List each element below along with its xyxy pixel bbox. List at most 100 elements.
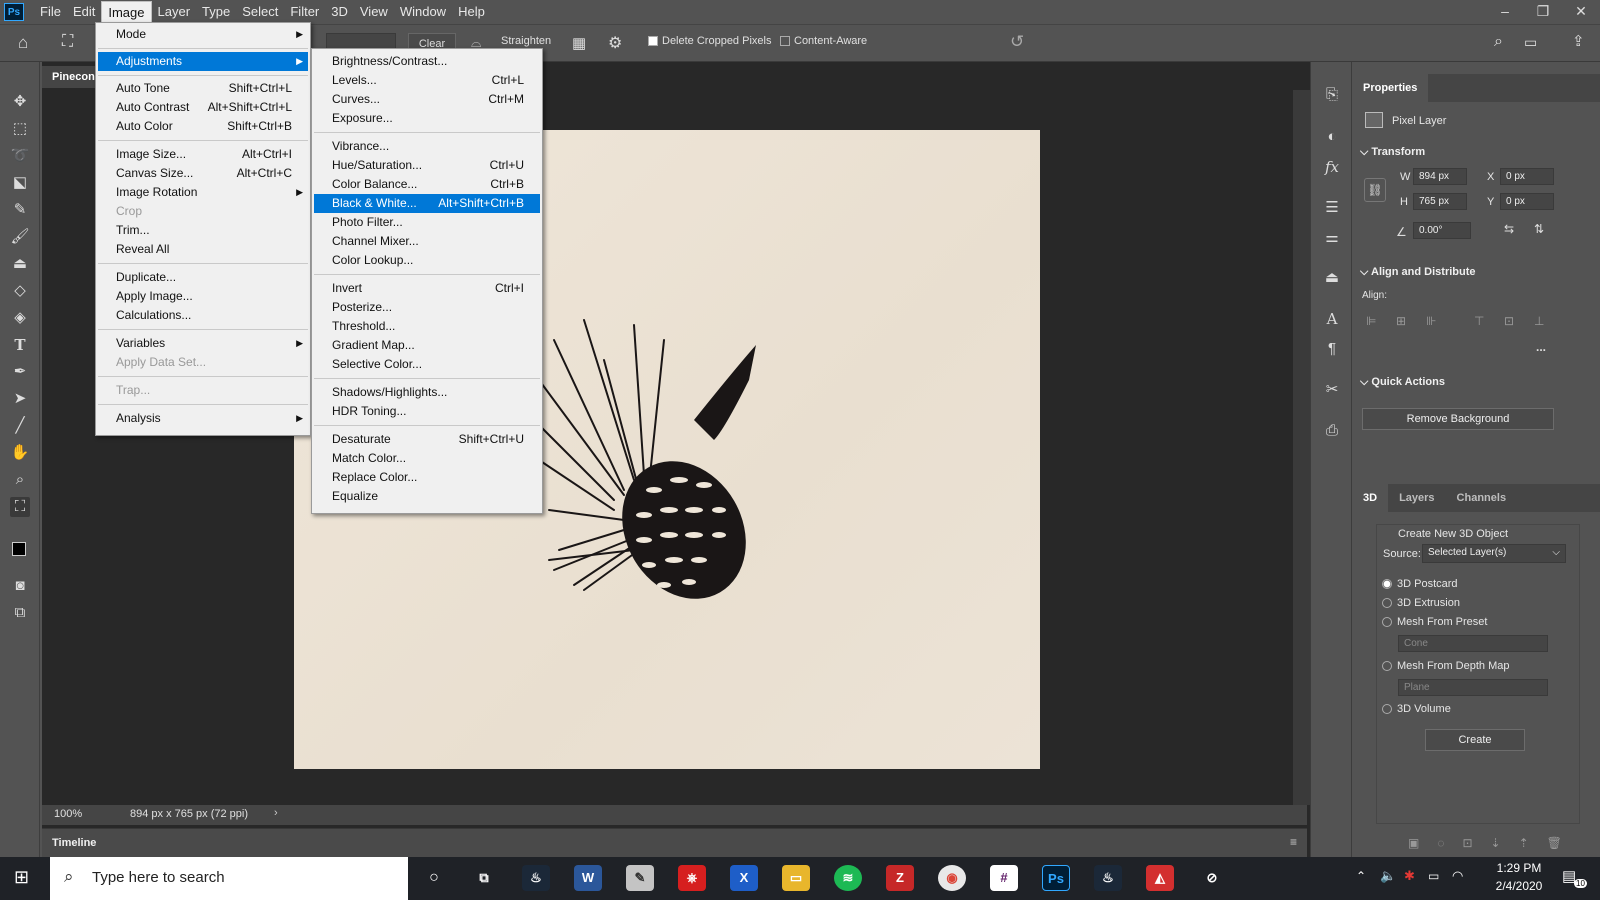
cortana-icon[interactable]: ○	[420, 865, 448, 891]
align-right-icon[interactable]: ⊪	[1426, 314, 1436, 328]
menu-item-auto-tone[interactable]: Auto Tone Shift+Ctrl+L	[98, 79, 308, 98]
radio-3d-extrusion[interactable]: 3D Extrusion	[1382, 597, 1460, 609]
tab-properties[interactable]: Properties	[1352, 74, 1429, 102]
lasso-tool-icon[interactable]: ➰	[10, 146, 30, 166]
slack-icon[interactable]: #	[990, 865, 1018, 891]
more-options[interactable]: ...	[1536, 340, 1546, 354]
reset-icon[interactable]: ↺	[1010, 32, 1024, 52]
tools-scissors-icon[interactable]: ✂	[1322, 380, 1342, 400]
menu-image[interactable]: Image	[101, 1, 152, 23]
adj-vibrance[interactable]: Vibrance...	[314, 137, 540, 156]
adj-color-balance[interactable]: Color Balance... Ctrl+B	[314, 175, 540, 194]
battery-icon[interactable]: ▭	[1428, 869, 1439, 883]
zotero-icon[interactable]: Z	[886, 865, 914, 891]
clock-date[interactable]: 2/4/2020	[1484, 879, 1554, 893]
quick-mask-icon[interactable]: ◙	[10, 576, 30, 596]
minimize-button[interactable]: –	[1486, 0, 1524, 24]
crop-tool-icon[interactable]: ⛶	[10, 497, 30, 517]
color-wheel-icon[interactable]: ◐	[1322, 128, 1342, 148]
paragraph-icon[interactable]: ¶	[1322, 340, 1342, 360]
gear-icon[interactable]: ⚙	[608, 33, 622, 53]
task-view-icon[interactable]: ⧉	[470, 865, 498, 891]
menu-filter[interactable]: Filter	[284, 1, 325, 23]
close-button[interactable]: ✕	[1562, 0, 1600, 24]
wifi-icon[interactable]: ◠	[1452, 868, 1463, 884]
eraser-tool-icon[interactable]: ◇	[10, 281, 30, 301]
acrobat-icon[interactable]: ⎈	[678, 865, 706, 891]
menu-item-trap[interactable]: Trap...	[98, 381, 308, 400]
adj-gradient-map[interactable]: Gradient Map...	[314, 336, 540, 355]
menu-item-apply-data-set[interactable]: Apply Data Set...	[98, 353, 308, 372]
adj-replace-color[interactable]: Replace Color...	[314, 468, 540, 487]
quick-actions-section[interactable]: ⌵ Quick Actions	[1360, 376, 1445, 389]
zoom-level[interactable]: 100%	[54, 808, 82, 820]
menu-item-reveal-all[interactable]: Reveal All	[98, 240, 308, 259]
menu-3d[interactable]: 3D	[325, 1, 354, 23]
spotify-icon[interactable]: ≋	[834, 865, 862, 891]
adj-brightness-contrast[interactable]: Brightness/Contrast...	[314, 52, 540, 71]
flip-horizontal-icon[interactable]: ⇆	[1504, 222, 1514, 236]
y-field[interactable]: 0 px	[1500, 193, 1554, 210]
volume-icon[interactable]: 🔈	[1380, 868, 1396, 884]
satellite-icon[interactable]: ⊘	[1198, 865, 1226, 891]
adj-invert[interactable]: Invert Ctrl+I	[314, 279, 540, 298]
timeline-label[interactable]: Timeline	[52, 837, 96, 849]
path-select-icon[interactable]: ➤	[10, 389, 30, 409]
foreground-color-swatch[interactable]	[12, 542, 26, 556]
tab-3d[interactable]: 3D	[1352, 484, 1389, 512]
word-icon[interactable]: W	[574, 865, 602, 891]
menu-file[interactable]: File	[34, 1, 67, 23]
menu-layer[interactable]: Layer	[152, 1, 197, 23]
adj-equalize[interactable]: Equalize	[314, 487, 540, 506]
straighten-label[interactable]: Straighten	[501, 35, 551, 47]
brush-tool-icon[interactable]: 🖌	[10, 227, 30, 247]
panel-footer-icons[interactable]: ▣◌⊡⇣⇡🗑	[1408, 836, 1580, 850]
menu-item-variables[interactable]: Variables ▶	[98, 334, 308, 353]
pen-tool-icon[interactable]: ✒	[10, 362, 30, 382]
width-field[interactable]: 894 px	[1413, 168, 1467, 185]
adj-shadows-highlights[interactable]: Shadows/Highlights...	[314, 383, 540, 402]
menu-item-trim[interactable]: Trim...	[98, 221, 308, 240]
transform-section[interactable]: ⌵ Transform	[1360, 146, 1425, 159]
screen-mode-icon[interactable]: ⧉	[10, 603, 30, 623]
adj-selective-color[interactable]: Selective Color...	[314, 355, 540, 374]
paint-bucket-icon[interactable]: ◈	[10, 308, 30, 328]
menu-item-duplicate[interactable]: Duplicate...	[98, 268, 308, 287]
delete-cropped-checkbox[interactable]: Delete Cropped Pixels	[648, 35, 771, 47]
grid-overlay-icon[interactable]: ▦	[572, 34, 586, 52]
radio-3d-volume[interactable]: 3D Volume	[1382, 703, 1451, 715]
tab-channels[interactable]: Channels	[1446, 484, 1518, 512]
adj-curves[interactable]: Curves... Ctrl+M	[314, 90, 540, 109]
link-icon[interactable]: ⛓	[1364, 178, 1386, 202]
align-top-icon[interactable]: ⊤	[1474, 314, 1484, 328]
sketchup-icon[interactable]: ◭	[1146, 865, 1174, 891]
adj-hue-saturation[interactable]: Hue/Saturation... Ctrl+U	[314, 156, 540, 175]
brush-settings-icon[interactable]: ☰	[1322, 198, 1342, 218]
adj-desaturate[interactable]: Desaturate Shift+Ctrl+U	[314, 430, 540, 449]
xmind-icon[interactable]: X	[730, 865, 758, 891]
line-tool-icon[interactable]: ╱	[10, 416, 30, 436]
flip-vertical-icon[interactable]: ⇅	[1534, 222, 1544, 236]
crop-tool-icon[interactable]: ⛶	[62, 33, 84, 53]
menu-item-image-size[interactable]: Image Size... Alt+Ctrl+I	[98, 145, 308, 164]
taskbar-search-input[interactable]: Type here to search	[50, 857, 408, 900]
align-bottom-icon[interactable]: ⊥	[1534, 314, 1544, 328]
steam-icon[interactable]: ♨	[522, 865, 550, 891]
stamp-tool-icon[interactable]: ⏏	[10, 254, 30, 274]
menu-select[interactable]: Select	[236, 1, 284, 23]
vertical-scrollbar[interactable]	[1293, 90, 1310, 805]
menu-type[interactable]: Type	[196, 1, 236, 23]
remove-background-button[interactable]: Remove Background	[1362, 408, 1554, 430]
height-field[interactable]: 765 px	[1413, 193, 1467, 210]
menu-window[interactable]: Window	[394, 1, 452, 23]
adjustment-sliders-icon[interactable]: ⚌	[1322, 228, 1342, 248]
history-icon[interactable]: ⎘	[1322, 86, 1342, 106]
eyedropper-icon[interactable]: ✎	[10, 200, 30, 220]
adj-black-white[interactable]: Black & White... Alt+Shift+Ctrl+B	[314, 194, 540, 213]
adj-color-lookup[interactable]: Color Lookup...	[314, 251, 540, 270]
source-select[interactable]: Selected Layer(s) ⌵	[1422, 544, 1566, 563]
marquee-tool-icon[interactable]: ⬚	[10, 119, 30, 139]
menu-item-canvas-size[interactable]: Canvas Size... Alt+Ctrl+C	[98, 164, 308, 183]
clone-source-icon[interactable]: ⏏	[1322, 268, 1342, 288]
radio-3d-postcard[interactable]: 3D Postcard	[1382, 578, 1458, 590]
